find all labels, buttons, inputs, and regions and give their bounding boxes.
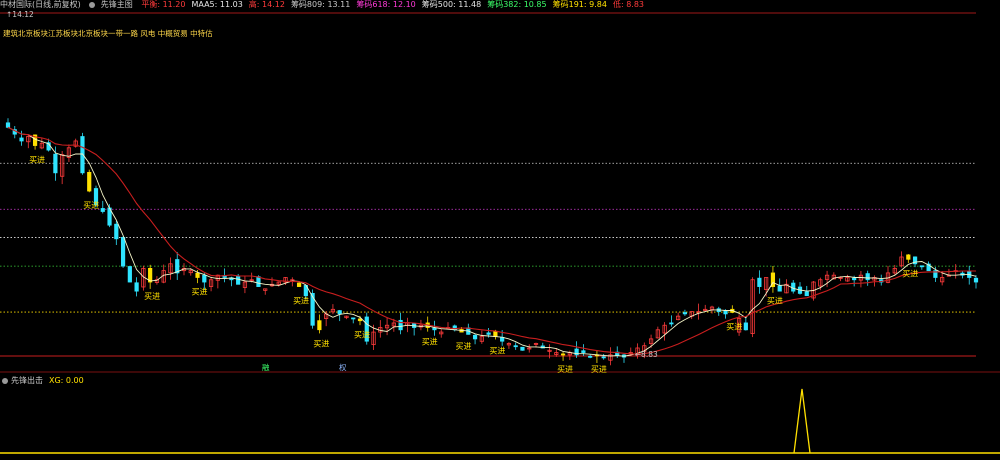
- header-field-8: 低: 8.83: [612, 0, 645, 9]
- buy-label-1: 买进: [83, 201, 99, 210]
- candle-body-72: [493, 330, 498, 338]
- candle-body-76: [520, 346, 525, 351]
- candle-body-49: [337, 310, 342, 315]
- candle-body-118: [804, 291, 809, 297]
- header-field-4: 筹码618: 12.10: [356, 0, 416, 9]
- candle-body-7: [53, 153, 58, 174]
- candle-body-125: [852, 277, 857, 281]
- header-field-0: 平衡: 11.20: [141, 0, 186, 9]
- candle-body-46: [317, 320, 322, 331]
- candle-body-100: [682, 312, 688, 315]
- event-marker-0: 融: [262, 362, 270, 372]
- candle-body-43: [296, 282, 302, 287]
- buy-label-13: 买进: [767, 297, 783, 306]
- candle-body-88: [601, 356, 606, 359]
- candle-body-143: [973, 277, 979, 283]
- buy-label-6: 买进: [354, 331, 370, 340]
- buy-label-12: 买进: [726, 322, 742, 331]
- candle-body-12: [87, 171, 92, 192]
- header-field-7: 筹码191: 9.84: [552, 0, 607, 9]
- header-field-6: 筹码382: 10.85: [487, 0, 547, 9]
- ma-long-line: [7, 126, 976, 355]
- signal-spike: [793, 388, 811, 454]
- candle-body-69: [472, 334, 478, 340]
- buy-label-2: 买进: [144, 292, 160, 301]
- event-marker-1: 权: [339, 362, 347, 372]
- header-field-1: MAA5: 11.03: [191, 0, 243, 9]
- buy-label-14: 买进: [902, 269, 918, 278]
- candle-body-52: [357, 318, 363, 322]
- indicator-header: 中材国际(日线,前复权) 先锋主图 平衡: 11.20 MAA5: 11.03 高: …: [0, 0, 1000, 10]
- sub-panel-header: 先锋出击 XG: 0.00: [0, 375, 84, 386]
- candle-body-111: [757, 277, 762, 287]
- sub-indicator-toggle-icon[interactable]: [2, 377, 8, 384]
- candle-body-116: [791, 282, 796, 292]
- buy-label-11: 买进: [591, 365, 607, 374]
- candle-body-0: [5, 122, 11, 128]
- candle-body-2: [19, 137, 24, 142]
- buy-label-5: 买进: [313, 340, 329, 349]
- candle-body-71: [486, 332, 491, 335]
- candlestick-chart[interactable]: 买进买进买进买进买进买进买进买进买进买进买进 买进买进买进买进←8.83融权: [0, 0, 1000, 456]
- candle-body-133: [906, 254, 911, 260]
- buy-label-4: 买进: [293, 297, 309, 306]
- indicator-name: 先锋主图: [100, 0, 133, 9]
- buy-label-9: 买进: [489, 347, 505, 356]
- candle-body-14: [100, 208, 105, 212]
- buy-label-10: 买进: [557, 365, 573, 374]
- candle-body-34: [236, 275, 241, 285]
- candle-body-114: [777, 285, 782, 292]
- candle-body-127: [865, 273, 870, 281]
- stock-title: 中材国际(日线,前复权): [0, 0, 81, 9]
- header-field-5: 筹码500: 11.48: [421, 0, 482, 9]
- high-marker: ↑14.12: [6, 10, 34, 19]
- indicator-toggle-icon[interactable]: [88, 1, 95, 8]
- ma-short-line: [7, 126, 977, 357]
- chart-stage: 买进 买进 买进 买进 买进 买进 买进 买进 买进 买进 买进 买进 买进 买进 买进 ←8.83 融权: [0, 0, 1000, 456]
- header-field-2: 高: 14.12: [248, 0, 285, 9]
- low-marker: ←8.83: [635, 350, 658, 359]
- candle-body-106: [723, 310, 728, 315]
- candle-body-18: [127, 266, 132, 283]
- candle-body-82: [560, 353, 566, 356]
- header-field-3: 筹码809: 13.11: [290, 0, 351, 9]
- sub-panel-readout: XG: 0.00: [49, 376, 84, 385]
- buy-label-0: 买进: [29, 156, 45, 165]
- candle-body-37: [256, 276, 261, 287]
- sub-panel-name: 先锋出击: [11, 376, 43, 385]
- candle-body-98: [669, 322, 674, 325]
- buy-label-7: 买进: [422, 338, 438, 347]
- sector-tags: 建筑北京板块江苏板块北京板块一带一路 风电 中概贸易 中特估: [3, 29, 213, 38]
- candle-body-86: [588, 355, 593, 358]
- candle-body-63: [432, 327, 437, 331]
- candle-body-75: [513, 345, 518, 348]
- candle-body-51: [351, 317, 356, 320]
- candle-body-16: [114, 223, 119, 240]
- buy-label-8: 买进: [456, 342, 472, 351]
- candle-body-28: [195, 272, 200, 278]
- candle-body-29: [202, 274, 207, 283]
- candle-body-17: [120, 236, 126, 267]
- candle-body-85: [581, 350, 586, 353]
- buy-label-3: 买进: [192, 287, 208, 296]
- candle-body-109: [743, 322, 748, 331]
- candle-body-19: [134, 282, 139, 292]
- candle-body-135: [919, 265, 924, 268]
